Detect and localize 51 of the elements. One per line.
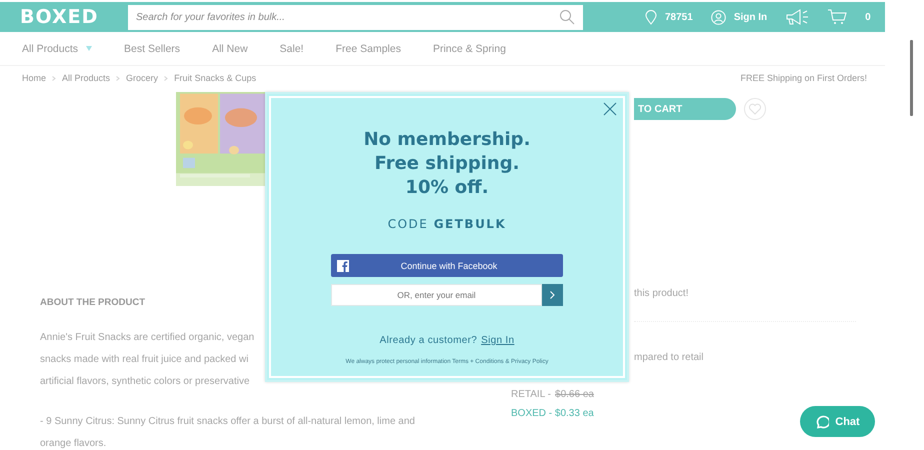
nav-dropdown[interactable]: All Products bbox=[22, 42, 92, 54]
email-field[interactable]: OR, enter your email bbox=[331, 284, 542, 306]
breadcrumb-link[interactable]: All Products bbox=[62, 73, 110, 83]
nav-link[interactable]: All New bbox=[212, 42, 248, 54]
close-icon[interactable] bbox=[603, 102, 617, 116]
nav-link[interactable]: Free Samples bbox=[336, 42, 401, 54]
cart-icon[interactable] bbox=[827, 9, 848, 25]
description-line: snacks made with real fruit juice and packed wi bbox=[40, 353, 248, 367]
breadcrumb-link[interactable]: Fruit Snacks & Cups bbox=[174, 73, 256, 83]
headline: Free shipping. bbox=[374, 152, 520, 176]
description-line: orange flavors. bbox=[40, 437, 106, 450]
cart-count: 0 bbox=[865, 12, 871, 22]
search-field[interactable]: Search for your favorites in bulk... bbox=[128, 4, 583, 30]
retail-price: $0.66 ea bbox=[555, 389, 594, 400]
scrollbar[interactable] bbox=[910, 40, 913, 116]
retail-label: RETAIL - bbox=[511, 389, 552, 400]
user-icon[interactable] bbox=[710, 10, 726, 24]
promo-code: CODE GETBULK bbox=[388, 217, 506, 231]
nav-link[interactable]: Prince & Spring bbox=[432, 42, 506, 54]
facebook-button[interactable]: Continue with Facebook bbox=[331, 254, 563, 277]
caret-icon bbox=[86, 46, 92, 51]
breadcrumb-link[interactable]: Grocery bbox=[126, 73, 158, 83]
section-heading: ABOUT THE PRODUCT bbox=[40, 297, 146, 308]
description-line: - 9 Sunny Citrus: Sunny Citrus fruit snacks offer a burst of all-natural lemon, lime and bbox=[40, 415, 415, 429]
boxed-price: BOXED - $0.33 ea bbox=[511, 408, 594, 419]
chat-button[interactable]: Chat bbox=[800, 406, 875, 437]
logo[interactable]: BOXED bbox=[20, 6, 128, 28]
customer-prompt: Already a customer? bbox=[380, 335, 478, 346]
chevron-icon bbox=[164, 76, 168, 80]
chevron-icon bbox=[52, 76, 56, 80]
megaphone-icon[interactable] bbox=[785, 9, 810, 25]
description-line: Annie's Fruit Snacks are certified organic, vegan bbox=[40, 331, 254, 345]
description-line: artificial flavors, synthetic colors or preservative bbox=[40, 375, 250, 389]
chevron-icon bbox=[116, 76, 120, 80]
nav-link[interactable]: Best Sellers bbox=[124, 42, 180, 54]
location-pin-icon[interactable] bbox=[645, 10, 657, 24]
headline: No membership. bbox=[364, 128, 530, 152]
nav-link[interactable]: Sale! bbox=[280, 42, 304, 54]
savings-text: mpared to retail bbox=[634, 352, 704, 363]
breadcrumb-link[interactable]: Home bbox=[22, 73, 46, 83]
add-to-cart-button[interactable]: TO CART bbox=[634, 98, 736, 120]
zip-code[interactable]: 78751 bbox=[665, 12, 693, 22]
sign-in-link[interactable]: Sign In bbox=[481, 335, 514, 346]
review-text: this product! bbox=[634, 288, 688, 299]
sign-in-link[interactable]: Sign In bbox=[734, 12, 768, 22]
facebook-icon bbox=[337, 260, 349, 272]
chevron-icon bbox=[550, 291, 555, 299]
promo-text: FREE Shipping on First Orders! bbox=[740, 73, 867, 83]
submit-button[interactable] bbox=[542, 284, 563, 306]
headline: 10% off. bbox=[405, 176, 489, 200]
speech-bubble-icon bbox=[815, 414, 830, 428]
